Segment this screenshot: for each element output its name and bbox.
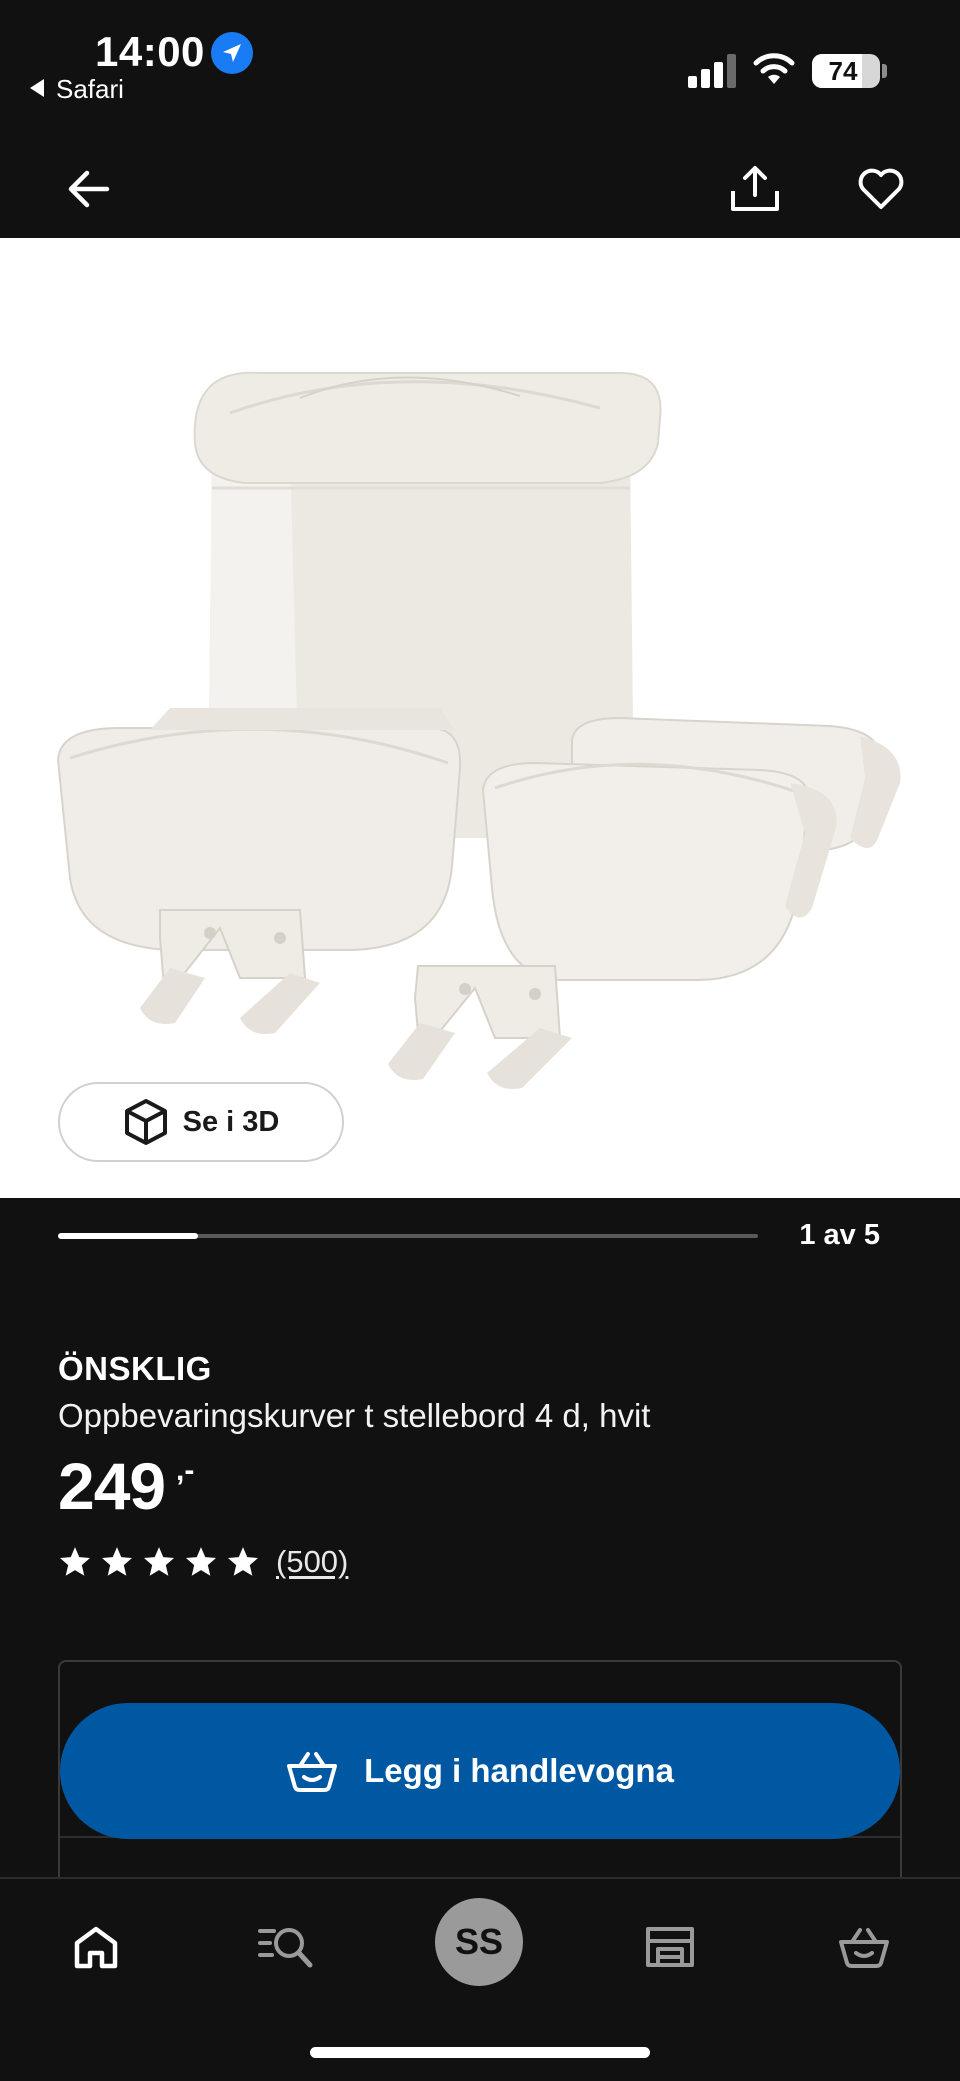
- cube-3d-icon: [124, 1099, 167, 1145]
- add-to-cart-label: Legg i handlevogna: [364, 1752, 674, 1789]
- product-image-gallery[interactable]: Se i 3D: [0, 238, 960, 1198]
- product-price: 249: [58, 1449, 166, 1523]
- home-icon: [74, 1926, 118, 1969]
- shopping-basket-icon: [287, 1752, 338, 1792]
- add-to-cart-button[interactable]: Legg i handlevogna: [60, 1703, 900, 1839]
- see-in-3d-label: Se i 3D: [182, 1105, 280, 1138]
- battery-tip: [882, 64, 887, 78]
- status-time: 14:00: [95, 28, 205, 75]
- store-icon: [646, 1927, 694, 1967]
- star-icon: [101, 1547, 133, 1576]
- product-brand: ÖNSKLIG: [58, 1350, 212, 1387]
- home-indicator: [310, 2047, 650, 2058]
- tab-search[interactable]: [236, 1907, 336, 1987]
- signal-icon: [688, 54, 736, 88]
- wifi-icon: [753, 53, 795, 84]
- tab-cart[interactable]: [814, 1907, 914, 1987]
- profile-avatar[interactable]: SS: [435, 1898, 523, 1986]
- star-icon: [227, 1547, 259, 1576]
- share-button[interactable]: [716, 150, 794, 228]
- location-arrow-icon: [211, 32, 253, 74]
- search-list-icon: [258, 1928, 313, 1968]
- battery-percent: 74: [828, 56, 858, 86]
- star-icon: [59, 1547, 91, 1576]
- review-count-link[interactable]: (500): [276, 1544, 348, 1580]
- rating-stars: [58, 1545, 260, 1579]
- product-description: Oppbevaringskurver t stellebord 4 d, hvi…: [58, 1397, 651, 1434]
- tab-stores[interactable]: [620, 1907, 720, 1987]
- star-icon: [185, 1547, 217, 1576]
- back-arrow-icon: [68, 170, 110, 208]
- cart-icon: [839, 1928, 889, 1968]
- back-triangle-icon: [30, 79, 44, 97]
- back-app-label: Safari: [56, 74, 124, 104]
- back-to-safari-link[interactable]: Safari: [30, 74, 124, 105]
- gallery-progress-track: [58, 1233, 758, 1239]
- heart-icon: [858, 168, 904, 209]
- product-photo: [56, 371, 901, 1089]
- back-button[interactable]: [50, 150, 128, 228]
- gallery-progress-fill: [58, 1233, 198, 1239]
- favorite-button[interactable]: [842, 150, 920, 228]
- battery-icon: 74: [812, 54, 880, 88]
- product-rating[interactable]: (500): [58, 1540, 348, 1584]
- see-in-3d-button[interactable]: Se i 3D: [58, 1082, 344, 1162]
- tab-home[interactable]: [46, 1907, 146, 1987]
- status-bar: 14:00 Safari 74: [0, 0, 960, 140]
- top-navigation: [0, 140, 960, 238]
- price-suffix: ,-: [176, 1454, 195, 1487]
- share-icon: [731, 166, 779, 211]
- star-icon: [143, 1547, 175, 1576]
- gallery-position: 1 av 5: [799, 1219, 880, 1251]
